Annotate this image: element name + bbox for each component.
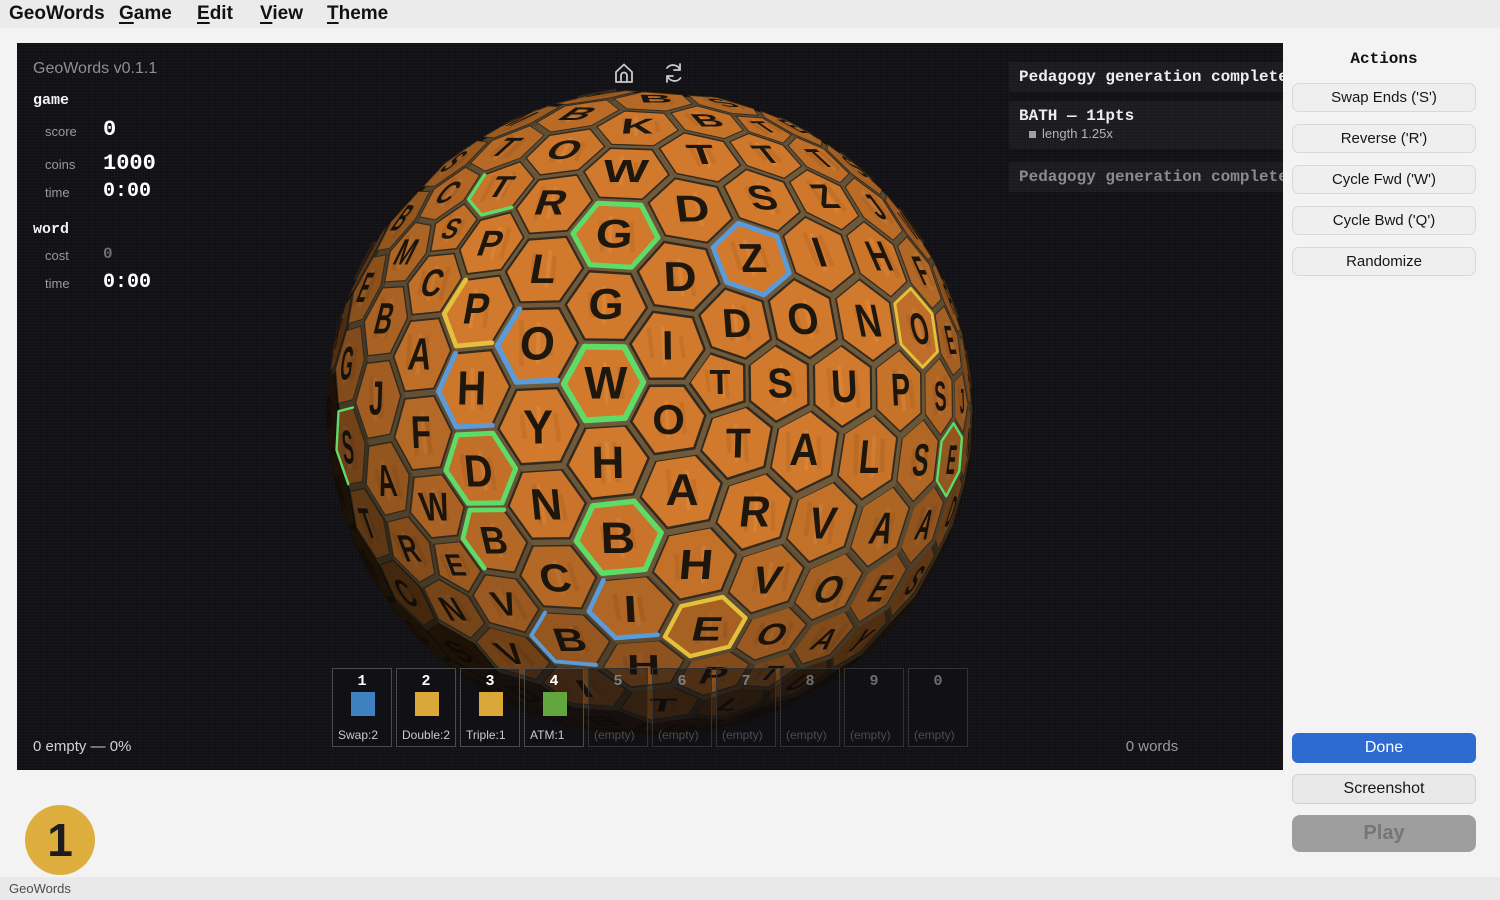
svg-text:H: H [591,437,625,488]
svg-text:O: O [518,317,557,370]
svg-text:R: R [737,488,774,536]
svg-text:U: U [830,360,859,412]
svg-text:D: D [462,446,495,496]
svg-text:A: A [665,465,699,515]
svg-text:S: S [933,373,947,420]
svg-text:H: H [456,362,487,415]
svg-text:A: A [788,425,820,476]
svg-text:Y: Y [523,400,554,454]
svg-text:G: G [587,281,625,329]
svg-text:T: T [725,420,751,467]
svg-text:F: F [410,408,432,459]
svg-text:T: T [709,364,731,402]
svg-text:O: O [652,396,685,443]
svg-text:G: G [594,212,635,257]
svg-text:I: I [623,589,639,631]
svg-text:S: S [767,360,794,407]
svg-text:W: W [601,153,651,189]
svg-text:D: D [662,254,697,301]
svg-text:K: K [619,114,656,138]
svg-text:D: D [720,300,753,346]
svg-text:I: I [662,322,674,369]
svg-text:W: W [584,357,628,408]
svg-text:B: B [599,513,636,563]
svg-text:R: R [327,386,331,438]
svg-text:D: D [672,188,712,230]
svg-text:J: J [368,372,384,426]
svg-text:P: P [890,365,912,417]
svg-text:N: N [528,480,564,529]
svg-text:H: H [677,540,716,588]
